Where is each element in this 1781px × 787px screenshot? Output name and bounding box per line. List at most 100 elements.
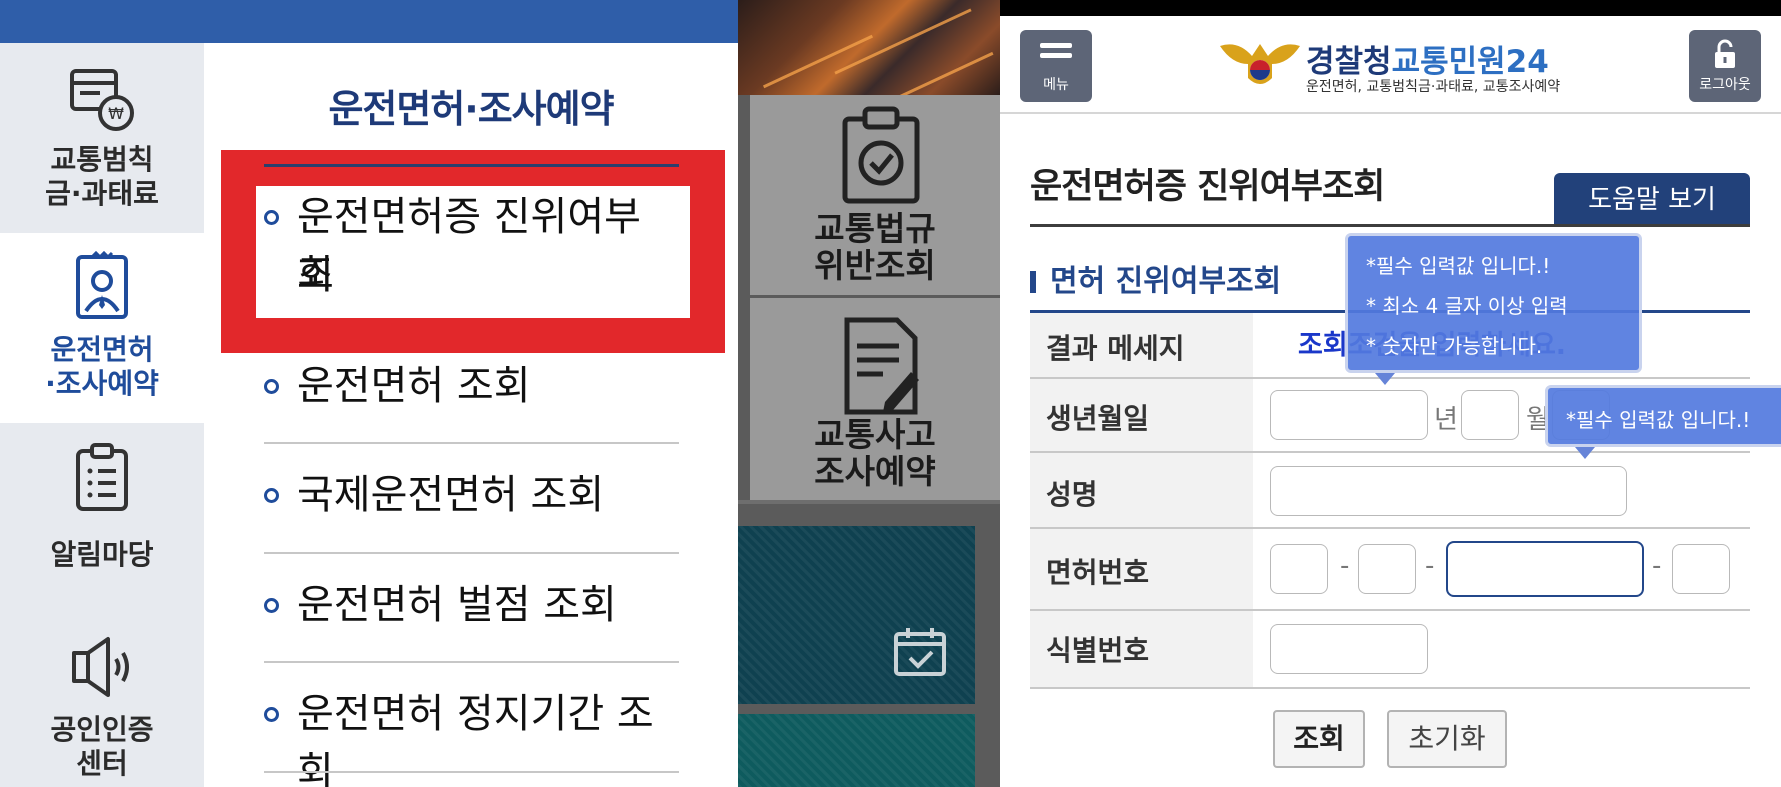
birth-year-input[interactable]	[1270, 390, 1428, 440]
id-number-label: 식별번호	[1046, 634, 1150, 667]
license-separator: -	[1652, 551, 1662, 581]
lock-icon	[1715, 39, 1735, 68]
menu-divider	[264, 661, 679, 663]
nav-label-line2: 금·과태료	[45, 177, 159, 210]
menu-divider	[264, 771, 679, 773]
reset-button[interactable]: 초기화	[1387, 710, 1507, 768]
form-row-name: 성명	[1030, 453, 1750, 529]
license-separator: -	[1425, 551, 1435, 581]
help-button[interactable]: 도움말 보기	[1554, 173, 1750, 227]
id-number-input[interactable]	[1270, 624, 1428, 674]
page-title: 운전면허증 진위여부조회	[1030, 167, 1385, 207]
card-accident-reservation[interactable]: 교통사고 조사예약	[750, 298, 1000, 500]
nav-label-line1: 운전면허	[50, 333, 154, 366]
nav-label-line1: 알림마당	[50, 538, 154, 571]
bullet-icon	[264, 210, 279, 225]
bullet-icon	[264, 707, 279, 722]
tooltip-line: *필수 입력값 입니다.!	[1366, 254, 1551, 278]
menu-button-label: 메뉴	[1043, 77, 1069, 93]
menu-divider	[264, 552, 679, 554]
nav-item-certificate[interactable]: 공인인증 센터	[0, 613, 204, 787]
title-divider	[1030, 224, 1750, 227]
section-title: 면허 진위여부조회	[1030, 256, 1281, 300]
bullet-icon	[264, 379, 279, 394]
nav-item-notice[interactable]: 알림마당	[0, 423, 204, 613]
fine-receipt-icon: ₩	[70, 69, 134, 131]
license-check-input[interactable]	[1672, 544, 1730, 594]
svg-text:₩: ₩	[108, 104, 124, 123]
year-unit: 년	[1434, 405, 1458, 435]
middle-divider	[738, 500, 1000, 504]
tooltip-line: * 숫자만 가능합니다.	[1366, 334, 1543, 358]
form-row-license-number: 면허번호 - - -	[1030, 529, 1750, 611]
logout-button[interactable]: 로그아웃	[1689, 30, 1761, 102]
menu-item-label: 운전면허 조회	[297, 363, 531, 409]
logo-subtitle: 운전면허, 교통범칙금·과태료, 교통조사예약	[1306, 79, 1561, 95]
card-label-line1: 교통법규	[814, 209, 936, 248]
police-emblem-icon	[1220, 44, 1300, 84]
validation-tooltip: *필수 입력값 입니다.! * 최소 4 글자 이상 입력 * 숫자만 가능합니…	[1345, 233, 1642, 373]
right-panel: 메뉴 경찰청교통민원24 운전면허, 교통범칙금·과태료, 교통조사예약 로그아…	[1000, 0, 1781, 787]
logo-title: 경찰청교통민원24	[1306, 36, 1549, 81]
result-label: 결과 메세지	[1046, 332, 1185, 365]
card-label-line2: 조사예약	[814, 452, 936, 491]
tooltip-pointer	[1375, 373, 1395, 385]
site-logo[interactable]: 경찰청교통민원24 운전면허, 교통범칙금·과태료, 교통조사예약	[1218, 34, 1578, 95]
nav-item-license[interactable]: 운전면허 ·조사예약	[0, 233, 204, 423]
left-side-nav: ₩ 교통범칙 금·과태료 운전면허 ·조사예약 알림마당 공인인증 센터	[0, 43, 204, 787]
license-id-icon	[76, 251, 128, 319]
logo-title-service: 교통민원24	[1391, 44, 1549, 80]
validation-tooltip-2: *필수 입력값 입니다.!	[1545, 385, 1781, 447]
license-serial-input[interactable]	[1446, 541, 1644, 597]
menu-item-label-cont: 회	[297, 252, 334, 298]
card-label-line1: 교통사고	[814, 415, 936, 454]
menu-divider	[264, 442, 679, 444]
bullet-icon	[264, 598, 279, 613]
menu-button[interactable]: 메뉴	[1020, 30, 1092, 102]
tooltip-line: *필수 입력값 입니다.!	[1566, 408, 1751, 432]
tooltip-line: * 최소 4 글자 이상 입력	[1366, 294, 1568, 318]
speaker-icon	[72, 637, 129, 697]
card-violation-lookup[interactable]: 교통법규 위반조회	[750, 95, 1000, 295]
search-button[interactable]: 조회	[1273, 710, 1365, 768]
menu-item-license-authenticity[interactable]: 운전면허증 진위여부조 회	[264, 188, 679, 308]
menu-title: 운전면허·조사예약	[328, 87, 614, 131]
license-number-label: 면허번호	[1046, 556, 1150, 589]
menu-title-divider	[264, 164, 679, 167]
card-label-line2: 위반조회	[814, 246, 936, 285]
left-top-bar	[0, 0, 738, 43]
menu-item-label: 운전면허 벌점 조회	[297, 582, 617, 628]
site-header: 메뉴 경찰청교통민원24 운전면허, 교통범칙금·과태료, 교통조사예약 로그아…	[1000, 16, 1781, 114]
nav-label-line1: 공인인증	[50, 713, 154, 746]
clipboard-check-icon	[842, 106, 920, 204]
nav-label-line2: 센터	[76, 747, 128, 780]
bullet-icon	[264, 488, 279, 503]
birthdate-label: 생년월일	[1046, 402, 1150, 435]
left-panel: ₩ 교통범칙 금·과태료 운전면허 ·조사예약 알림마당 공인인증 센터 운전면…	[0, 0, 738, 787]
nav-label-line2: ·조사예약	[45, 367, 159, 400]
clipboard-list-icon	[76, 443, 128, 511]
document-pen-icon	[844, 317, 919, 415]
birth-month-input[interactable]	[1461, 390, 1519, 440]
teal-banner-2[interactable]	[738, 714, 975, 787]
license-separator: -	[1340, 551, 1350, 581]
calendar-check-icon	[894, 628, 946, 676]
middle-panel: 교통법규 위반조회 교통사고 조사예약	[738, 0, 1000, 787]
name-input[interactable]	[1270, 466, 1627, 516]
logo-title-agency: 경찰청	[1306, 44, 1392, 80]
logout-button-label: 로그아웃	[1699, 77, 1751, 93]
nav-label-line1: 교통범칙	[50, 143, 154, 176]
license-region-input[interactable]	[1270, 544, 1328, 594]
name-label: 성명	[1046, 478, 1098, 511]
nav-item-fines[interactable]: ₩ 교통범칙 금·과태료	[0, 43, 204, 233]
hamburger-icon	[1040, 43, 1072, 58]
section-marker	[1030, 271, 1036, 293]
menu-item-label: 국제운전면허 조회	[297, 472, 605, 518]
teal-banner[interactable]	[738, 526, 975, 704]
status-bar	[1000, 0, 1781, 16]
license-year-input[interactable]	[1358, 544, 1416, 594]
section-title-text: 면허 진위여부조회	[1050, 264, 1282, 299]
tooltip-pointer-2	[1575, 447, 1595, 459]
traffic-photo-banner	[738, 0, 1000, 102]
form-row-id-number: 식별번호	[1030, 611, 1750, 689]
